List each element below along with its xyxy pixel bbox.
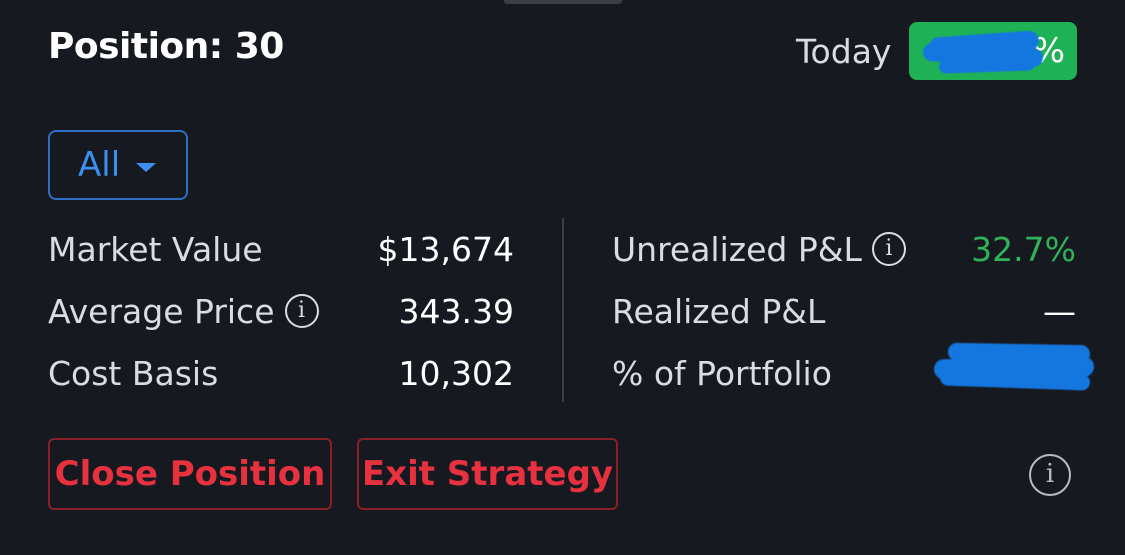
today-change-badge: %: [909, 22, 1077, 80]
position-title: Position: 30: [48, 26, 284, 67]
average-price-row: Average Price i: [48, 292, 319, 331]
unrealized-pl-label: Unrealized P&L: [612, 230, 862, 269]
unrealized-pl-row: Unrealized P&L i: [612, 230, 906, 269]
today-label: Today: [796, 32, 892, 71]
average-price-label: Average Price: [48, 292, 275, 331]
filter-selected-label: All: [78, 145, 121, 185]
redaction-mark: [938, 56, 1036, 74]
market-value: $13,674: [377, 230, 514, 269]
drag-handle[interactable]: [504, 0, 622, 4]
info-icon[interactable]: i: [284, 293, 319, 328]
column-divider: [562, 218, 564, 402]
market-value-label: Market Value: [48, 230, 263, 269]
unrealized-pl-value: 32.7%: [971, 230, 1076, 269]
position-filter-dropdown[interactable]: All: [48, 130, 188, 200]
info-icon[interactable]: i: [1029, 454, 1071, 496]
exit-strategy-button[interactable]: Exit Strategy: [357, 438, 618, 510]
caret-down-icon: [136, 162, 157, 172]
cost-basis: 10,302: [398, 354, 514, 393]
average-price: 343.39: [398, 292, 514, 331]
realized-pl-value: —: [1043, 292, 1076, 331]
cost-basis-label: Cost Basis: [48, 354, 219, 393]
realized-pl-label: Realized P&L: [612, 292, 826, 331]
close-position-button[interactable]: Close Position: [48, 438, 332, 510]
position-panel: Position: 30 Today % All Market Value $1…: [0, 0, 1125, 555]
portfolio-percent-label: % of Portfolio: [612, 354, 832, 393]
